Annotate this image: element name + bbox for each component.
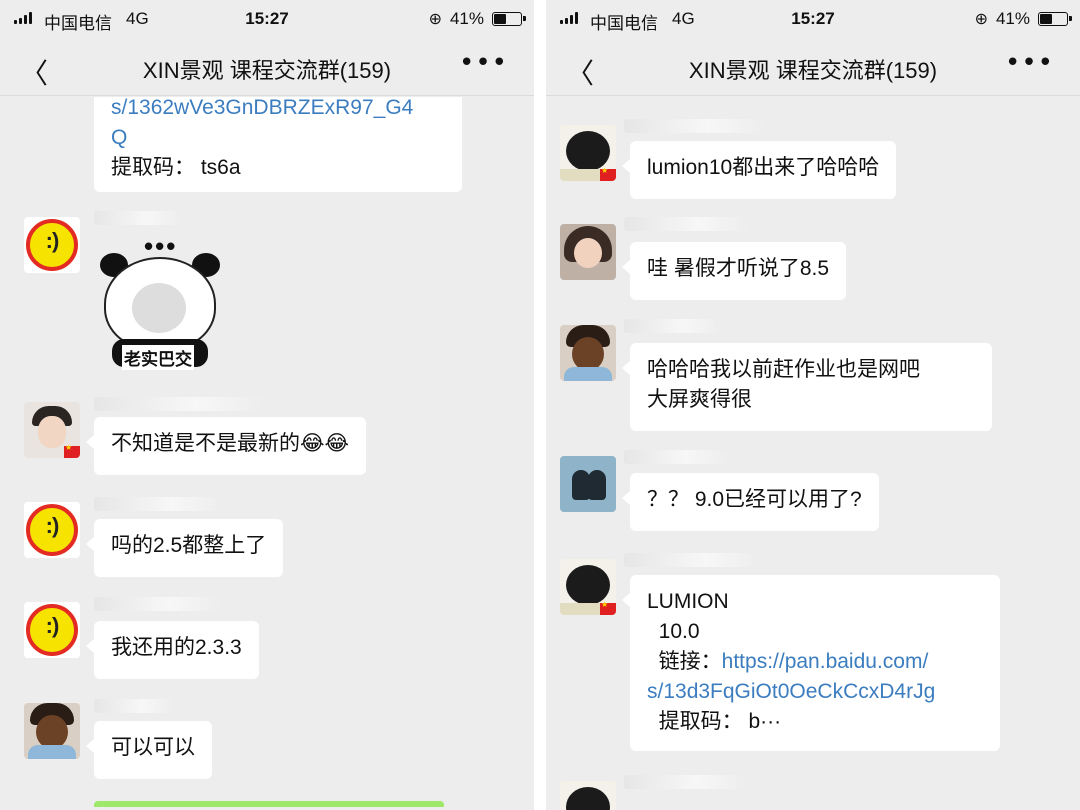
more-icon[interactable]: •••	[1005, 48, 1054, 78]
message-list[interactable]: s/1362wVe3GnDBRZExR97_G4 Q 提取码： ts6a :) …	[0, 97, 534, 810]
chat-header: 〈 XIN景观 课程交流群(159) •••	[0, 38, 534, 96]
chat-title: XIN景观 课程交流群(159)	[142, 58, 392, 83]
left-screenshot: 中国电信 4G 15:27 ⊕ 41% 〈 XIN景观 课程交流群(159) •…	[0, 0, 534, 810]
status-bar: 中国电信 4G 15:27 ⊕ 41%	[546, 0, 1080, 38]
battery-percent: 41%	[995, 9, 1030, 28]
sender-nickname	[624, 775, 746, 789]
share-title: LUMION	[647, 590, 729, 613]
share-link[interactable]: s/13d3FqGiOt0OeCkCcxD4rJg	[647, 677, 983, 707]
extract-code: 提取码： b···	[647, 710, 782, 733]
share-version: 10.0	[647, 620, 700, 643]
avatar[interactable]: :)	[24, 602, 80, 658]
message-list[interactable]: lumion10都出来了哈哈哈 哇 暑假才听说了8.5 哈哈哈我以前赶作业也是网…	[546, 97, 1080, 810]
avatar[interactable]	[560, 559, 616, 615]
message-bubble[interactable]: lumion10都出来了哈哈哈	[621, 141, 897, 199]
link-label: 链接：	[647, 650, 722, 673]
chat-title: XIN景观 课程交流群(159)	[688, 58, 938, 83]
sticker-caption: 老实巴交	[122, 345, 194, 370]
avatar[interactable]	[24, 703, 80, 759]
sender-nickname	[94, 497, 224, 511]
share-link[interactable]: s/1362wVe3GnDBRZExR97_G4	[111, 97, 445, 123]
right-screenshot: 中国电信 4G 15:27 ⊕ 41% 〈 XIN景观 课程交流群(159) •…	[546, 0, 1080, 810]
lock-rotation-icon: ⊕	[428, 11, 442, 28]
chat-header: 〈 XIN景观 课程交流群(159) •••	[546, 38, 1080, 96]
message-bubble[interactable]: 哈哈哈我以前赶作业也是网吧 大屏爽得很	[622, 343, 992, 431]
more-icon[interactable]: •••	[459, 48, 508, 78]
avatar[interactable]	[560, 325, 616, 381]
next-message-edge	[94, 801, 444, 807]
share-link[interactable]: https://pan.baidu.com/	[722, 650, 929, 673]
share-link[interactable]: Q	[111, 123, 445, 153]
avatar[interactable]: :)	[24, 502, 80, 558]
message-line: 哈哈哈我以前赶作业也是网吧	[647, 358, 920, 381]
status-bar: 中国电信 4G 15:27 ⊕ 41%	[0, 0, 534, 38]
battery-icon	[492, 12, 526, 26]
sender-nickname	[94, 699, 174, 713]
sender-nickname	[624, 119, 764, 133]
sender-nickname	[94, 211, 182, 225]
lock-rotation-icon: ⊕	[974, 11, 988, 28]
message-bubble[interactable]: LUMION 10.0 链接：https://pan.baidu.com/ s/…	[622, 575, 1000, 751]
message-bubble[interactable]: 哇 暑假才听说了8.5	[621, 242, 847, 300]
sender-nickname	[624, 450, 728, 464]
avatar[interactable]	[560, 224, 616, 280]
message-bubble[interactable]: s/1362wVe3GnDBRZExR97_G4 Q 提取码： ts6a	[94, 97, 462, 192]
avatar[interactable]	[24, 402, 80, 458]
message-bubble[interactable]: 不知道是不是最新的😂😂	[85, 417, 367, 475]
sender-nickname	[624, 217, 748, 231]
panda-sticker[interactable]: ••• 老实巴交	[100, 231, 224, 377]
message-line: 大屏爽得很	[647, 388, 752, 411]
message-bubble[interactable]: 吗的2.5都整上了	[85, 519, 284, 577]
sender-nickname	[624, 319, 722, 333]
avatar[interactable]: :)	[24, 217, 80, 273]
sender-nickname	[94, 597, 220, 611]
sender-nickname	[624, 553, 760, 567]
sender-nickname	[94, 397, 264, 411]
avatar[interactable]	[560, 456, 616, 512]
battery-percent: 41%	[449, 9, 484, 28]
message-bubble[interactable]: 可以可以	[86, 721, 212, 779]
avatar[interactable]	[560, 125, 616, 181]
message-bubble[interactable]: 我还用的2.3.3	[86, 621, 259, 679]
avatar[interactable]	[560, 781, 616, 810]
battery-icon	[1038, 12, 1072, 26]
message-bubble[interactable]: ？？ 9.0已经可以用了?	[622, 473, 879, 531]
extract-code: 提取码： ts6a	[111, 156, 241, 179]
